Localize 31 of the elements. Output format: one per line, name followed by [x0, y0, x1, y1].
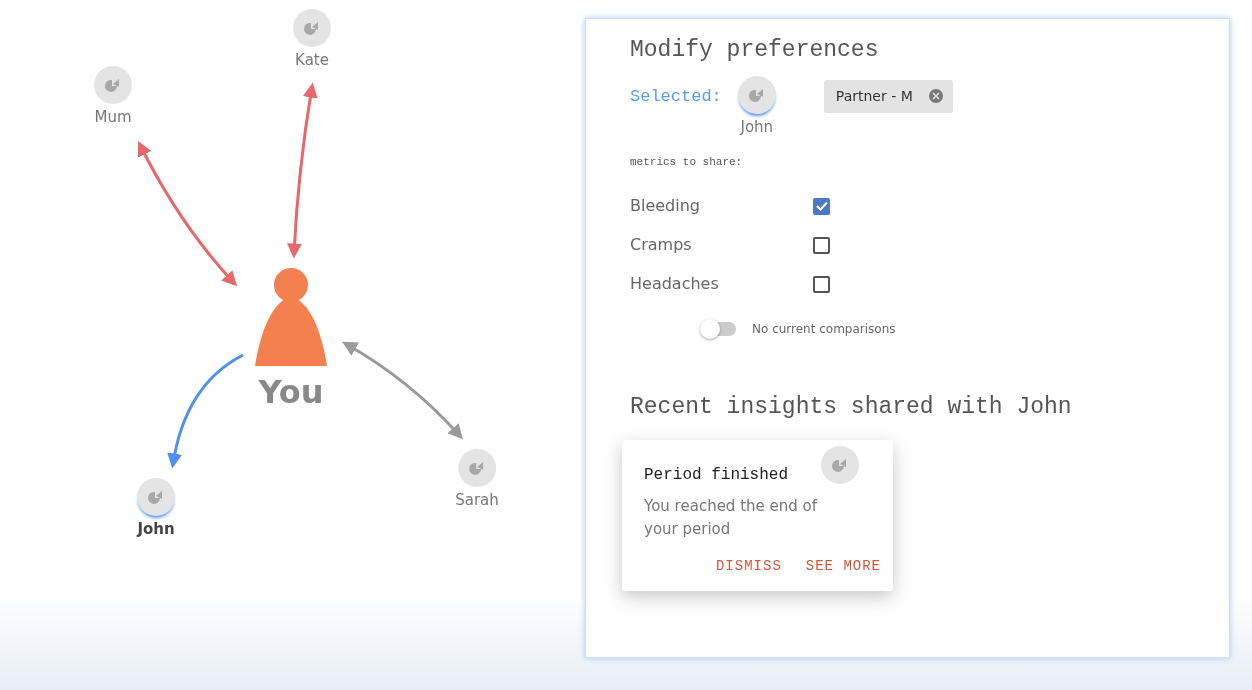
metric-label: Cramps — [630, 234, 692, 256]
metrics-label: metrics to share: — [630, 155, 744, 170]
you-label: You — [258, 376, 324, 408]
checkbox[interactable] — [813, 197, 830, 215]
tag-label: Partner - M — [835, 86, 913, 106]
close-icon[interactable] — [928, 89, 943, 103]
contact-name[interactable]: Sarah — [455, 489, 499, 512]
checkbox[interactable] — [813, 236, 830, 254]
checkbox[interactable] — [813, 275, 830, 293]
contact-name[interactable]: Mum — [94, 106, 132, 129]
card-title: Period finished — [644, 465, 789, 486]
card-text: You reached the end of your period — [644, 496, 819, 540]
avatar-icon[interactable] — [137, 478, 175, 516]
metric-label: Headaches — [630, 273, 719, 295]
avatar-icon[interactable] — [458, 449, 496, 487]
avatar-icon[interactable] — [94, 66, 132, 104]
contact-name[interactable]: Kate — [295, 49, 329, 72]
selected-name: John — [740, 116, 774, 138]
avatar-icon[interactable] — [293, 9, 331, 47]
toggle-label: No current comparisons — [752, 320, 896, 338]
section-title: Recent insights shared with John — [630, 392, 1073, 422]
toggle-switch[interactable] — [702, 321, 736, 336]
card-action-button[interactable]: SEE MORE — [805, 556, 881, 577]
panel-title: Modify preferences — [630, 36, 880, 65]
card-action-button[interactable]: DISMISS — [715, 556, 782, 577]
metric-label: Bleeding — [630, 195, 700, 217]
selected-label: Selected: — [630, 85, 722, 108]
contact-name[interactable]: John — [137, 518, 175, 541]
avatar-icon — [737, 75, 776, 114]
person-icon — [255, 268, 327, 366]
avatar-icon — [821, 446, 859, 484]
